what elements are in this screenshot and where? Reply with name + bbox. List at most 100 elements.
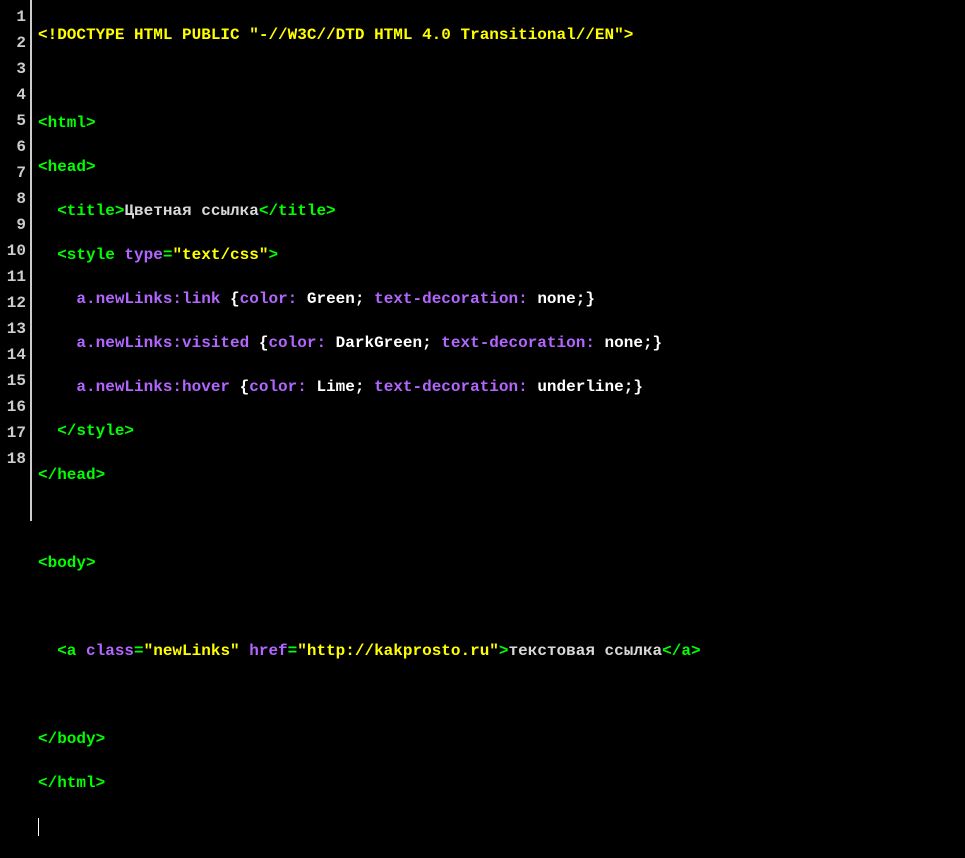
indent	[38, 642, 57, 660]
css-prop: color:	[240, 290, 298, 308]
attr-name: class	[76, 642, 134, 660]
css-prop: color:	[268, 334, 326, 352]
line-number: 4	[4, 82, 26, 108]
code-line[interactable]	[38, 66, 959, 92]
space	[249, 334, 259, 352]
semicolon: ;	[624, 378, 634, 396]
line-number: 3	[4, 56, 26, 82]
semicolon: ;	[422, 334, 432, 352]
a-open-end: >	[499, 642, 509, 660]
semicolon: ;	[576, 290, 586, 308]
line-number: 7	[4, 160, 26, 186]
line-number: 1	[4, 4, 26, 30]
title-text: Цветная ссылка	[124, 202, 258, 220]
html-close-tag: </html>	[38, 774, 105, 792]
brace-open: {	[259, 334, 269, 352]
code-line[interactable]: <a class="newLinks" href="http://kakpros…	[38, 638, 959, 664]
line-number: 2	[4, 30, 26, 56]
code-line[interactable]: a.newLinks:visited {color: DarkGreen; te…	[38, 330, 959, 356]
code-line[interactable]: </html>	[38, 770, 959, 796]
line-number: 12	[4, 290, 26, 316]
code-line[interactable]	[38, 594, 959, 620]
code-line[interactable]: <head>	[38, 154, 959, 180]
css-prop: text-decoration:	[364, 290, 527, 308]
code-line[interactable]	[38, 682, 959, 708]
css-selector: a.newLinks:visited	[76, 334, 249, 352]
line-number: 11	[4, 264, 26, 290]
brace-close: }	[653, 334, 663, 352]
code-line[interactable]: <!DOCTYPE HTML PUBLIC "-//W3C//DTD HTML …	[38, 22, 959, 48]
title-close-tag: </title>	[259, 202, 336, 220]
attr-value: "newLinks"	[144, 642, 240, 660]
css-value: Lime	[307, 378, 355, 396]
css-value: Green	[297, 290, 355, 308]
line-number: 13	[4, 316, 26, 342]
code-line[interactable]: </head>	[38, 462, 959, 488]
brace-open: {	[230, 290, 240, 308]
code-line[interactable]: <style type="text/css">	[38, 242, 959, 268]
space	[220, 290, 230, 308]
doctype-dtd: "-//W3C//DTD HTML 4.0 Transitional//EN"	[249, 26, 623, 44]
line-number: 18	[4, 446, 26, 472]
css-value: none	[595, 334, 643, 352]
code-line[interactable]	[38, 506, 959, 532]
indent	[38, 422, 57, 440]
html-open-tag: <html>	[38, 114, 96, 132]
a-close-tag: </a>	[662, 642, 700, 660]
code-line[interactable]: <html>	[38, 110, 959, 136]
style-open-start: <style	[57, 246, 115, 264]
doctype-name: DOCTYPE HTML PUBLIC	[57, 26, 239, 44]
brace-close: }	[633, 378, 643, 396]
css-selector: a.newLinks:link	[76, 290, 220, 308]
doctype-open: <!	[38, 26, 57, 44]
line-number: 8	[4, 186, 26, 212]
style-open-end: >	[268, 246, 278, 264]
line-number: 5	[4, 108, 26, 134]
line-number: 14	[4, 342, 26, 368]
body-close-tag: </body>	[38, 730, 105, 748]
css-prop: color:	[249, 378, 307, 396]
indent	[38, 246, 57, 264]
code-line[interactable]: a.newLinks:hover {color: Lime; text-deco…	[38, 374, 959, 400]
title-open-tag: <title>	[57, 202, 124, 220]
indent	[38, 378, 76, 396]
css-value: none	[528, 290, 576, 308]
brace-close: }	[585, 290, 595, 308]
equals: =	[134, 642, 144, 660]
cursor-icon	[38, 818, 39, 836]
attr-value: "http://kakprosto.ru"	[297, 642, 499, 660]
equals: =	[163, 246, 173, 264]
code-line[interactable]: <body>	[38, 550, 959, 576]
brace-open: {	[240, 378, 250, 396]
line-number: 10	[4, 238, 26, 264]
attr-value: "text/css"	[172, 246, 268, 264]
equals: =	[288, 642, 298, 660]
code-line[interactable]: a.newLinks:link {color: Green; text-deco…	[38, 286, 959, 312]
line-number: 16	[4, 394, 26, 420]
css-prop: text-decoration:	[432, 334, 595, 352]
indent	[38, 202, 57, 220]
line-number: 15	[4, 368, 26, 394]
head-open-tag: <head>	[38, 158, 96, 176]
style-close-tag: </style>	[57, 422, 134, 440]
attr-name: type	[115, 246, 163, 264]
space	[230, 378, 240, 396]
head-close-tag: </head>	[38, 466, 105, 484]
code-editor[interactable]: <!DOCTYPE HTML PUBLIC "-//W3C//DTD HTML …	[32, 0, 965, 521]
code-line[interactable]: </style>	[38, 418, 959, 444]
code-line[interactable]: <title>Цветная ссылка</title>	[38, 198, 959, 224]
line-number: 6	[4, 134, 26, 160]
doctype-close: >	[624, 26, 634, 44]
code-line[interactable]	[38, 814, 959, 840]
css-prop: text-decoration:	[364, 378, 527, 396]
link-text: текстовая ссылка	[509, 642, 663, 660]
line-number: 9	[4, 212, 26, 238]
code-line[interactable]: </body>	[38, 726, 959, 752]
css-value: DarkGreen	[326, 334, 422, 352]
css-selector: a.newLinks:hover	[76, 378, 230, 396]
space	[240, 26, 250, 44]
line-number-gutter: 1 2 3 4 5 6 7 8 9 10 11 12 13 14 15 16 1…	[0, 0, 30, 521]
body-open-tag: <body>	[38, 554, 96, 572]
indent	[38, 334, 76, 352]
indent	[38, 290, 76, 308]
